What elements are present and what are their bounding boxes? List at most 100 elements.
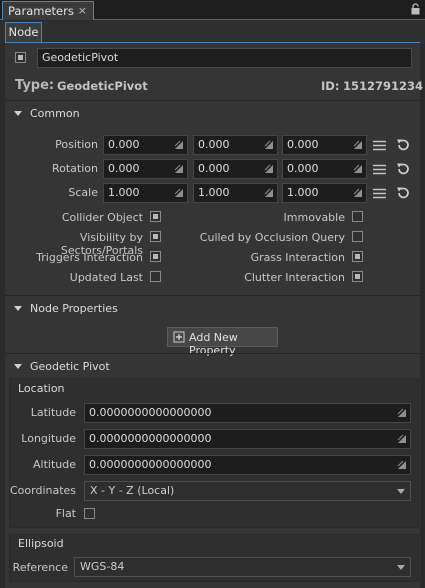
divider bbox=[5, 100, 420, 101]
lock-icon[interactable] bbox=[411, 3, 420, 15]
subtab-row bbox=[0, 21, 425, 43]
collapse-triangle-icon[interactable] bbox=[14, 364, 22, 369]
triggers-interaction-checkbox[interactable] bbox=[150, 251, 161, 262]
node-name-input[interactable]: GeodeticPivot bbox=[37, 48, 412, 68]
divider bbox=[5, 353, 420, 354]
clutter-interaction-label: Clutter Interaction bbox=[244, 271, 345, 284]
drag-grip-icon[interactable] bbox=[264, 188, 274, 198]
collapse-triangle-icon[interactable] bbox=[14, 306, 22, 311]
drag-grip-icon[interactable] bbox=[264, 140, 274, 150]
reference-label: Reference bbox=[12, 561, 68, 574]
grass-interaction-checkbox[interactable] bbox=[352, 251, 363, 262]
rotation-x-value: 0.000 bbox=[108, 162, 140, 175]
tab-node[interactable]: Node bbox=[5, 22, 42, 42]
altitude-input[interactable]: 0.0000000000000000 bbox=[84, 455, 411, 475]
flat-label: Flat bbox=[55, 507, 76, 520]
collider-object-checkbox[interactable] bbox=[150, 211, 161, 222]
rotation-x-input[interactable]: 0.000 bbox=[103, 159, 188, 179]
altitude-value: 0.0000000000000000 bbox=[89, 458, 212, 471]
position-z-input[interactable]: 0.000 bbox=[282, 135, 367, 155]
grass-interaction-label: Grass Interaction bbox=[250, 251, 345, 264]
tab-node-label: Node bbox=[8, 25, 39, 39]
close-tab-icon[interactable]: × bbox=[78, 4, 87, 17]
rotation-z-value: 0.000 bbox=[287, 162, 319, 175]
reference-value: WGS-84 bbox=[80, 560, 125, 573]
coordinates-label: Coordinates bbox=[10, 484, 77, 497]
drag-grip-icon[interactable] bbox=[353, 140, 363, 150]
drag-grip-icon[interactable] bbox=[397, 434, 407, 444]
longitude-label: Longitude bbox=[21, 432, 76, 445]
drag-grip-icon[interactable] bbox=[174, 164, 184, 174]
immovable-label: Immovable bbox=[283, 211, 345, 224]
altitude-label: Altitude bbox=[33, 458, 76, 471]
rotation-y-value: 0.000 bbox=[198, 162, 230, 175]
scale-z-input[interactable]: 1.000 bbox=[282, 183, 367, 203]
rotation-y-input[interactable]: 0.000 bbox=[193, 159, 278, 179]
drag-grip-icon[interactable] bbox=[397, 408, 407, 418]
drag-grip-icon[interactable] bbox=[353, 188, 363, 198]
drag-grip-icon[interactable] bbox=[353, 164, 363, 174]
latitude-label: Latitude bbox=[30, 406, 76, 419]
position-label: Position bbox=[55, 138, 98, 151]
rotation-label: Rotation bbox=[51, 162, 98, 175]
latitude-value: 0.0000000000000000 bbox=[89, 406, 212, 419]
reset-icon[interactable] bbox=[396, 138, 410, 152]
ellipsoid-header: Ellipsoid bbox=[18, 537, 64, 550]
scale-x-input[interactable]: 1.000 bbox=[103, 183, 188, 203]
triggers-interaction-label: Triggers Interaction bbox=[36, 251, 143, 264]
location-header: Location bbox=[18, 382, 65, 395]
menu-lines-icon[interactable] bbox=[373, 140, 386, 151]
id-label: ID: bbox=[321, 79, 340, 93]
collider-object-label: Collider Object bbox=[61, 211, 143, 224]
menu-lines-icon[interactable] bbox=[373, 164, 386, 175]
type-value: GeodeticPivot bbox=[57, 79, 148, 93]
position-z-value: 0.000 bbox=[287, 138, 319, 151]
longitude-value: 0.0000000000000000 bbox=[89, 432, 212, 445]
drag-grip-icon[interactable] bbox=[397, 460, 407, 470]
dropdown-arrow-icon bbox=[397, 489, 405, 494]
immovable-checkbox[interactable] bbox=[352, 211, 363, 222]
longitude-input[interactable]: 0.0000000000000000 bbox=[84, 429, 411, 449]
drag-grip-icon[interactable] bbox=[174, 140, 184, 150]
position-y-input[interactable]: 0.000 bbox=[193, 135, 278, 155]
position-y-value: 0.000 bbox=[198, 138, 230, 151]
reset-icon[interactable] bbox=[396, 186, 410, 200]
common-header[interactable]: Common bbox=[30, 107, 80, 120]
tab-parameters-label: Parameters bbox=[8, 4, 74, 18]
node-enabled-checkbox[interactable] bbox=[15, 52, 26, 63]
drag-grip-icon[interactable] bbox=[174, 188, 184, 198]
clutter-interaction-checkbox[interactable] bbox=[352, 271, 363, 282]
latitude-input[interactable]: 0.0000000000000000 bbox=[84, 403, 411, 423]
visibility-sectors-checkbox[interactable] bbox=[150, 231, 161, 242]
menu-lines-icon[interactable] bbox=[373, 188, 386, 199]
divider bbox=[5, 295, 420, 296]
scale-label: Scale bbox=[68, 186, 98, 199]
drag-grip-icon[interactable] bbox=[264, 164, 274, 174]
scale-y-input[interactable]: 1.000 bbox=[193, 183, 278, 203]
updated-last-label: Updated Last bbox=[69, 271, 143, 284]
add-property-icon bbox=[173, 331, 185, 343]
add-new-property-button[interactable]: Add New Property bbox=[167, 327, 278, 357]
collapse-triangle-icon[interactable] bbox=[14, 111, 22, 116]
culled-occlusion-label: Culled by Occlusion Query bbox=[199, 231, 345, 244]
rotation-z-input[interactable]: 0.000 bbox=[282, 159, 367, 179]
scale-x-value: 1.000 bbox=[108, 186, 140, 199]
culled-occlusion-checkbox[interactable] bbox=[352, 231, 363, 242]
flat-checkbox[interactable] bbox=[84, 508, 95, 519]
id-value: 1512791234 bbox=[343, 79, 424, 93]
reference-select[interactable]: WGS-84 bbox=[74, 557, 411, 577]
coordinates-value: X - Y - Z (Local) bbox=[90, 484, 175, 497]
type-label: Type: bbox=[15, 78, 55, 93]
geodetic-pivot-header[interactable]: Geodetic Pivot bbox=[30, 360, 110, 373]
tab-parameters[interactable]: Parameters × bbox=[2, 1, 94, 20]
scale-z-value: 1.000 bbox=[287, 186, 319, 199]
scale-y-value: 1.000 bbox=[198, 186, 230, 199]
reset-icon[interactable] bbox=[396, 162, 410, 176]
dropdown-arrow-icon bbox=[397, 565, 405, 570]
location-group bbox=[9, 378, 419, 528]
updated-last-checkbox[interactable] bbox=[150, 271, 161, 282]
position-x-value: 0.000 bbox=[108, 138, 140, 151]
coordinates-select[interactable]: X - Y - Z (Local) bbox=[84, 481, 411, 501]
position-x-input[interactable]: 0.000 bbox=[103, 135, 188, 155]
node-properties-header[interactable]: Node Properties bbox=[30, 302, 118, 315]
